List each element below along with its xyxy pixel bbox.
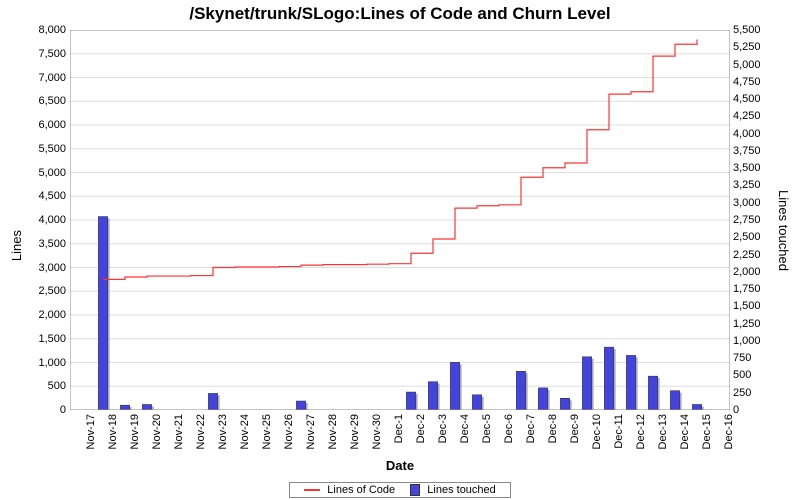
y1-tick: 500 <box>22 380 66 392</box>
x-axis-label: Date <box>70 458 730 473</box>
y2-tick: 2,000 <box>733 266 777 278</box>
x-tick: 2-Dec <box>415 414 427 460</box>
x-tick: 13-Dec <box>657 414 669 460</box>
x-tick: 9-Dec <box>569 414 581 460</box>
y2-tick: 3,000 <box>733 197 777 209</box>
x-tick: 21-Nov <box>173 414 185 460</box>
x-tick: 15-Dec <box>701 414 713 460</box>
y1-tick: 0 <box>22 404 66 416</box>
x-tick: 8-Dec <box>547 414 559 460</box>
x-tick: 4-Dec <box>459 414 471 460</box>
legend-item-bar: Lines touched <box>410 484 496 496</box>
x-tick: 10-Dec <box>591 414 603 460</box>
y2-tick: 3,500 <box>733 162 777 174</box>
x-tick: 1-Dec <box>393 414 405 460</box>
y2-tick: 4,250 <box>733 110 777 122</box>
legend-label-line: Lines of Code <box>327 484 395 496</box>
y2-tick: 4,500 <box>733 93 777 105</box>
x-tick: 25-Nov <box>261 414 273 460</box>
x-tick: 5-Dec <box>481 414 493 460</box>
y1-tick: 7,500 <box>22 48 66 60</box>
y2-tick: 5,500 <box>733 24 777 36</box>
chart-title: /Skynet/trunk/SLogo:Lines of Code and Ch… <box>0 4 800 24</box>
y1-tick: 3,500 <box>22 238 66 250</box>
y1-tick: 2,500 <box>22 285 66 297</box>
y1-tick: 8,000 <box>22 24 66 36</box>
y2-tick: 0 <box>733 404 777 416</box>
y2-tick: 4,750 <box>733 76 777 88</box>
y2-tick: 500 <box>733 369 777 381</box>
y1-tick: 2,000 <box>22 309 66 321</box>
y1-tick: 4,500 <box>22 190 66 202</box>
y2-tick: 2,750 <box>733 214 777 226</box>
line-swatch-icon <box>304 489 320 491</box>
x-tick: 26-Nov <box>283 414 295 460</box>
y2-tick: 1,750 <box>733 283 777 295</box>
x-tick: 3-Dec <box>437 414 449 460</box>
x-tick: 14-Dec <box>679 414 691 460</box>
x-tick: 27-Nov <box>305 414 317 460</box>
x-tick: 19-Nov <box>129 414 141 460</box>
plot-area <box>70 30 730 410</box>
chart-container: /Skynet/trunk/SLogo:Lines of Code and Ch… <box>0 0 800 500</box>
plot-svg <box>70 30 730 410</box>
x-tick: 29-Nov <box>349 414 361 460</box>
y2-tick: 5,250 <box>733 41 777 53</box>
y1-tick: 7,000 <box>22 72 66 84</box>
x-tick: 22-Nov <box>195 414 207 460</box>
x-tick: 6-Dec <box>503 414 515 460</box>
y2-tick: 1,000 <box>733 335 777 347</box>
y2-tick: 2,500 <box>733 231 777 243</box>
legend-item-line: Lines of Code <box>304 484 395 496</box>
y2-tick: 1,500 <box>733 300 777 312</box>
y2-tick: 4,000 <box>733 128 777 140</box>
y1-axis-label: Lines <box>0 30 18 410</box>
y1-tick: 3,000 <box>22 262 66 274</box>
x-tick: 28-Nov <box>327 414 339 460</box>
x-tick: 18-Nov <box>107 414 119 460</box>
y1-tick: 6,500 <box>22 95 66 107</box>
y1-tick: 5,000 <box>22 167 66 179</box>
y2-tick: 5,000 <box>733 59 777 71</box>
x-tick: 12-Dec <box>635 414 647 460</box>
y1-tick: 5,500 <box>22 143 66 155</box>
y2-tick: 250 <box>733 387 777 399</box>
legend-label-bar: Lines touched <box>427 484 496 496</box>
x-tick: 17-Nov <box>85 414 97 460</box>
y2-tick: 1,250 <box>733 318 777 330</box>
x-tick: 11-Dec <box>613 414 625 460</box>
x-tick: 30-Nov <box>371 414 383 460</box>
y1-tick: 6,000 <box>22 119 66 131</box>
y2-axis-label: Lines touched <box>782 30 800 410</box>
y1-tick: 4,000 <box>22 214 66 226</box>
y2-tick: 750 <box>733 352 777 364</box>
x-tick: 23-Nov <box>217 414 229 460</box>
y2-tick: 3,250 <box>733 179 777 191</box>
y1-tick: 1,000 <box>22 357 66 369</box>
y2-tick: 2,250 <box>733 249 777 261</box>
x-tick: 20-Nov <box>151 414 163 460</box>
bar-swatch-icon <box>410 484 420 496</box>
legend: Lines of Code Lines touched <box>0 482 800 498</box>
x-tick: 16-Dec <box>723 414 735 460</box>
y1-tick: 1,500 <box>22 333 66 345</box>
x-tick: 24-Nov <box>239 414 251 460</box>
y2-tick: 3,750 <box>733 145 777 157</box>
x-tick: 7-Dec <box>525 414 537 460</box>
